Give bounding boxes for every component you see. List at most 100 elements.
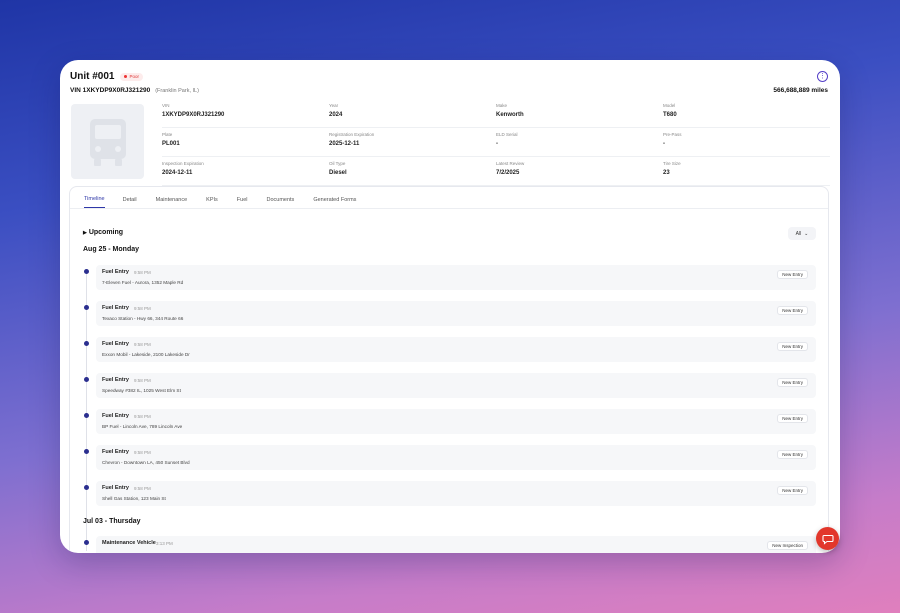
- spec-model: Model T680: [663, 103, 830, 127]
- odometer-miles: 566,688,889 miles: [773, 87, 828, 94]
- timeline-entry[interactable]: Fuel Entry 9:58 PM Speedway #382 IL, 102…: [96, 373, 816, 398]
- unit-card: Unit #001 Poor ⋮ VIN 1XKYDP9X0RJ321290 (…: [60, 60, 840, 553]
- spec-label: ELD Serial: [496, 132, 518, 137]
- spec-label: Latest Review: [496, 161, 525, 166]
- entry-title: Fuel Entry: [102, 485, 129, 491]
- timeline-panel: Timeline Detail Maintenance KPIs Fuel Do…: [69, 186, 829, 553]
- spec-label: Tire Size: [663, 161, 681, 166]
- spec-value: 2024: [329, 112, 343, 118]
- entry-location: Texaco Station - Hwy 66, 344 Route 66: [102, 316, 184, 321]
- spec-label: Make: [496, 103, 508, 108]
- spec-label: Model: [663, 103, 676, 108]
- chevron-down-icon: ⌄: [804, 230, 809, 237]
- spec-label: Oil Type: [329, 161, 346, 166]
- spec-value: Diesel: [329, 170, 347, 176]
- entry-time: 9:58 PM: [134, 305, 151, 311]
- timeline-entry[interactable]: Fuel Entry 9:58 PM Shell Gas Station, 12…: [96, 481, 816, 506]
- spec-eld: ELD Serial -: [496, 132, 663, 156]
- caret-right-icon: ▶: [83, 230, 87, 236]
- spec-value: PL001: [162, 141, 180, 147]
- status-badge-label: Poor: [129, 74, 139, 79]
- spec-label: Plate: [162, 132, 173, 137]
- spec-row: Plate PL001 Registration Expiration 2025-1…: [162, 132, 830, 157]
- spec-row: VIN 1XKYDP9X0RJ321290 Year 2024 Make Kenwor…: [162, 103, 830, 128]
- entry-time: 9:58 PM: [134, 341, 151, 347]
- entry-tag: New Entry: [777, 450, 808, 459]
- timeline-entry[interactable]: Fuel Entry 9:58 PM Texaco Station - Hwy …: [96, 301, 816, 326]
- entry-title: Fuel Entry: [102, 305, 129, 311]
- entry-location: Shell Gas Station, 123 Main St: [102, 496, 166, 501]
- day-heading: Aug 25 - Monday: [83, 246, 140, 253]
- more-vertical-icon[interactable]: ⋮: [817, 71, 828, 82]
- vin-text: VIN 1XKYDP9X0RJ321290: [70, 87, 151, 94]
- spec-value: 2025-12-11: [329, 141, 360, 147]
- entry-title: Fuel Entry: [102, 449, 129, 455]
- spec-plate: Plate PL001: [162, 132, 329, 156]
- tab-fuel[interactable]: Fuel: [237, 197, 257, 208]
- spec-vin: VIN 1XKYDP9X0RJ321290: [162, 103, 329, 127]
- filter-select[interactable]: All ⌄: [788, 227, 816, 240]
- chat-support-button[interactable]: [816, 527, 839, 550]
- status-badge: Poor: [120, 72, 143, 81]
- spec-year: Year 2024: [329, 103, 496, 127]
- entry-time: 3:13 PM: [156, 540, 173, 546]
- entry-title: Fuel Entry: [102, 377, 129, 383]
- spec-review: Latest Review 7/2/2025: [496, 161, 663, 185]
- timeline-dot: [84, 269, 89, 274]
- entry-location: Exxon Mobil - Lakeside, 2100 Lakeside Dr: [102, 352, 190, 357]
- timeline-entry[interactable]: Fuel Entry 9:58 PM 7-Eleven Fuel - Auror…: [96, 265, 816, 290]
- truck-icon: [89, 118, 126, 166]
- spec-row: Inspection Expiration 2024-12-11 Oil Type…: [162, 161, 830, 186]
- upcoming-toggle[interactable]: ▶ Upcoming: [83, 229, 123, 236]
- location-text: (Franklin Park, IL): [155, 88, 199, 94]
- spec-value: 1XKYDP9X0RJ321290: [162, 112, 225, 118]
- entry-time: 9:58 PM: [134, 485, 151, 491]
- entry-location: BP Fuel - Lincoln Ave, 789 Lincoln Ave: [102, 424, 183, 429]
- unit-header: Unit #001 Poor ⋮ VIN 1XKYDP9X0RJ321290 (…: [70, 71, 828, 94]
- entry-title: Fuel Entry: [102, 341, 129, 347]
- spec-value: -: [663, 141, 665, 147]
- upcoming-label: Upcoming: [88, 229, 124, 236]
- spec-value: -: [496, 141, 498, 147]
- spec-make: Make Kenworth: [496, 103, 663, 127]
- entry-location: 7-Eleven Fuel - Aurora, 1352 Maple Rd: [102, 280, 184, 285]
- timeline-dot: [84, 413, 89, 418]
- spec-label: Registration Expiration: [329, 132, 375, 137]
- entry-time: 9:58 PM: [134, 449, 151, 455]
- filter-value: All: [795, 230, 802, 237]
- tab-kpis[interactable]: KPIs: [206, 197, 227, 208]
- vehicle-photo: [71, 104, 144, 179]
- spec-value: 2024-12-11: [162, 170, 193, 176]
- spec-value: T680: [663, 112, 677, 118]
- spec-oil: Oil Type Diesel: [329, 161, 496, 185]
- tab-timeline[interactable]: Timeline: [84, 196, 105, 208]
- timeline-entry[interactable]: Fuel Entry 9:58 PM Exxon Mobil - Lakesid…: [96, 337, 816, 362]
- timeline-dot: [84, 449, 89, 454]
- entry-title: Maintenance Vehicle: [102, 540, 156, 546]
- spec-registration: Registration Expiration 2025-12-11: [329, 132, 496, 156]
- tab-generated-forms[interactable]: Generated Forms: [313, 197, 365, 208]
- timeline-dot: [84, 305, 89, 310]
- spec-label: VIN: [162, 103, 170, 108]
- entry-title: Fuel Entry: [102, 269, 129, 275]
- spec-tire: Tire Size 23: [663, 161, 830, 185]
- timeline-entry[interactable]: Fuel Entry 9:58 PM Chevron - Downtown LA…: [96, 445, 816, 470]
- status-dot-icon: [124, 75, 128, 78]
- timeline-dot: [84, 485, 89, 490]
- timeline-dot: [84, 540, 89, 545]
- timeline-entry[interactable]: Maintenance Vehicle 3:13 PM New Inspecti…: [96, 536, 816, 553]
- tab-documents[interactable]: Documents: [266, 197, 303, 208]
- spec-value: 7/2/2025: [496, 170, 520, 176]
- timeline-entry[interactable]: Fuel Entry 9:58 PM BP Fuel - Lincoln Ave…: [96, 409, 816, 434]
- entry-tag: New Inspection: [767, 541, 808, 550]
- entry-time: 9:58 PM: [134, 377, 151, 383]
- entry-tag: New Entry: [777, 414, 808, 423]
- tab-maintenance[interactable]: Maintenance: [156, 197, 197, 208]
- spec-label: Inspection Expiration: [162, 161, 204, 166]
- spec-value: Kenworth: [496, 112, 524, 118]
- spec-label: Year: [329, 103, 339, 108]
- tab-detail[interactable]: Detail: [123, 197, 146, 208]
- vehicle-specs: VIN 1XKYDP9X0RJ321290 Year 2024 Make Kenwor…: [162, 103, 830, 190]
- entry-tag: New Entry: [777, 378, 808, 387]
- entry-tag: New Entry: [777, 306, 808, 315]
